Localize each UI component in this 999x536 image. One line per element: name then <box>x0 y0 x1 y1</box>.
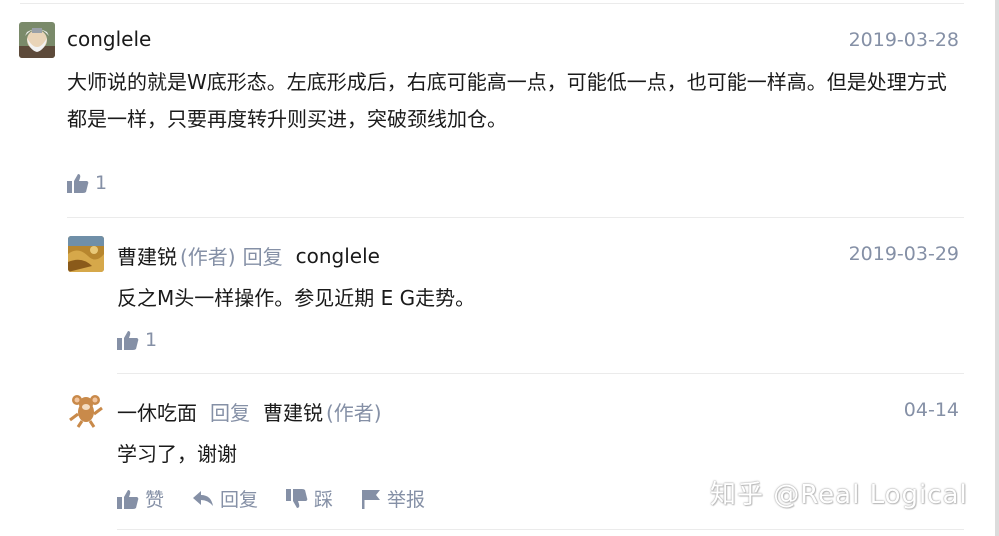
like-count: 1 <box>145 329 158 351</box>
author-tag: (作者) <box>180 245 236 269</box>
reply-actions: 1 <box>117 329 157 351</box>
reply-content: 反之M头一样操作。参见近期 E G走势。 <box>117 286 476 310</box>
comment-header: conglele <box>67 27 151 51</box>
reply-to-name[interactable]: conglele <box>296 244 380 268</box>
avatar[interactable] <box>19 22 55 58</box>
reply-header: 一休吃面 回复 曹建锐 (作者) <box>117 397 382 426</box>
like-count: 1 <box>95 172 108 194</box>
thumbs-down-icon <box>286 488 308 509</box>
scrollbar[interactable] <box>995 0 999 536</box>
reply-date: 04-14 <box>903 399 959 421</box>
like-label: 赞 <box>145 489 165 511</box>
reply-divider <box>117 373 964 374</box>
reply-date: 2019-03-29 <box>848 243 959 265</box>
like-button[interactable]: 1 <box>67 172 107 194</box>
reply-header: 曹建锐 (作者) 回复 conglele <box>117 241 380 270</box>
dislike-button[interactable]: 踩 <box>286 485 333 512</box>
comment-content: 大师说的就是W底形态。左底形成后，右底可能高一点，可能低一点，也可能一样高。但是… <box>67 70 947 131</box>
report-label: 举报 <box>387 489 426 511</box>
reply-to-name[interactable]: 曹建锐 <box>263 397 323 426</box>
watermark: 知乎 @Real Logical <box>710 480 968 510</box>
dislike-label: 踩 <box>314 489 334 511</box>
top-divider <box>20 3 964 4</box>
report-button[interactable]: 举报 <box>361 485 425 512</box>
reply-arrow-icon <box>192 490 214 508</box>
avatar[interactable] <box>68 236 104 272</box>
author-name[interactable]: 一休吃面 <box>117 397 197 426</box>
comment-date: 2019-03-28 <box>848 29 959 51</box>
reply-content: 学习了，谢谢 <box>117 442 237 466</box>
thumbs-up-icon <box>117 489 139 509</box>
reply-divider <box>117 529 964 530</box>
like-button[interactable]: 1 <box>117 329 157 351</box>
like-button[interactable]: 赞 <box>117 485 164 512</box>
reply-button[interactable]: 回复 <box>192 485 258 512</box>
flag-icon <box>361 489 381 509</box>
reply-label: 回复 <box>220 489 259 511</box>
reply-label: 回复 <box>210 401 250 425</box>
author-name[interactable]: conglele <box>67 27 151 51</box>
comment-divider <box>67 217 964 218</box>
author-name[interactable]: 曹建锐 <box>117 241 177 270</box>
thumbs-up-icon <box>117 330 139 350</box>
avatar[interactable] <box>68 392 104 428</box>
comment-actions: 1 <box>67 172 107 194</box>
reply-label: 回复 <box>242 245 283 269</box>
reply-actions: 赞 回复 踩 举报 <box>117 485 425 512</box>
thumbs-up-icon <box>67 173 89 193</box>
reply-to-tag: (作者) <box>326 401 382 425</box>
